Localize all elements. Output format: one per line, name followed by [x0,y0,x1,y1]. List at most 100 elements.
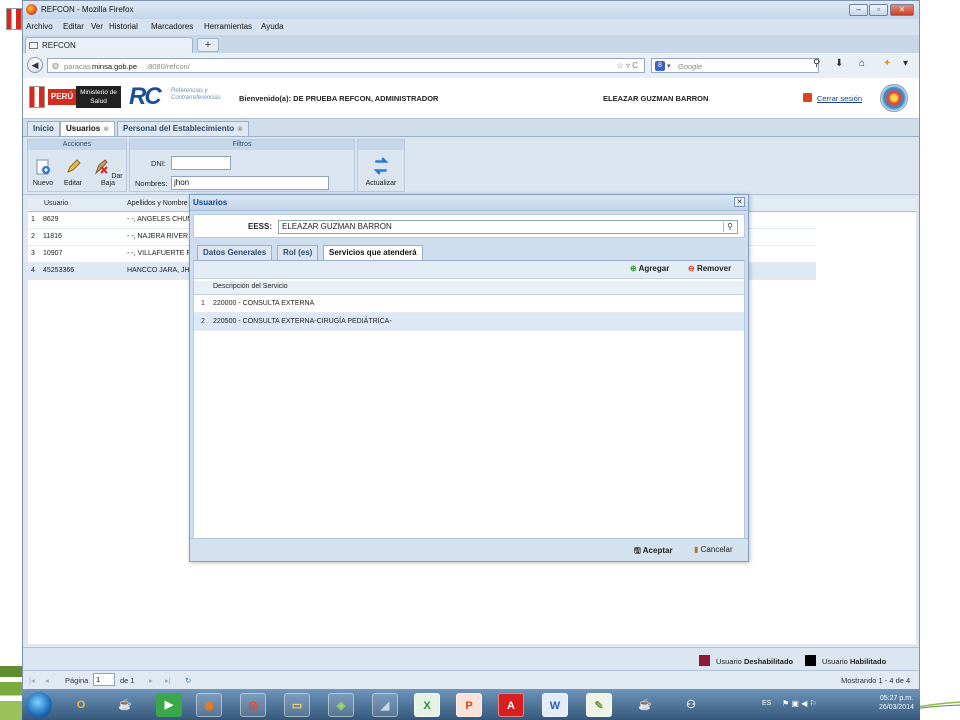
bookmark-star-icon[interactable]: ☆ ▿ C [617,61,638,70]
actualizar-button[interactable]: Actualizar [359,157,403,187]
tab-inicio-label: Inicio [33,124,54,133]
aceptar-button[interactable]: 🖫 Aceptar [634,545,673,559]
logout-icon[interactable] [803,93,812,102]
dialog-footer: 🖫 Aceptar ▮ Cancelar [190,538,748,561]
clock[interactable]: 05:27 p.m. 26/03/2014 [879,694,914,712]
start-button[interactable] [26,692,52,718]
row-nombre: - -, NAJERA RIVER [127,233,189,240]
menu-herramientas[interactable]: Herramientas [204,22,252,31]
window-title: REFCON - Mozilla Firefox [41,5,134,14]
app-icon[interactable]: ⚇ [678,693,704,717]
col-apellidos[interactable]: Apellidos y Nombre [127,200,188,207]
dialog-close-icon[interactable]: ✕ [734,197,745,207]
editar-label: Editar [63,180,83,187]
tab-personal[interactable]: Personal del Establecimiento ⊗ [117,121,250,136]
tab-close-icon[interactable]: ⊗ [237,126,243,133]
nuevo-button[interactable]: Nuevo [29,159,57,187]
pdf-icon[interactable]: A [498,693,524,717]
remover-button[interactable]: ⊖ Remover [688,264,731,273]
menu-historial[interactable]: Historial [109,22,138,31]
app-icon[interactable]: ▶ [156,693,182,717]
row-number: 1 [31,216,35,223]
legend-bar: Usuario Deshabilitado Usuario Habilitado [23,647,919,670]
addon-icon[interactable]: ✦ [883,58,891,69]
welcome-text: Bienvenido(a): DE PRUEBA REFCON, ADMINIS… [239,94,439,103]
maximize-button[interactable]: ▫ [869,4,888,16]
browser-tab-refcon[interactable]: REFCON [25,37,193,53]
agregar-button[interactable]: ⊕ Agregar [630,264,669,273]
menu-marcadores[interactable]: Marcadores [151,22,193,31]
eess-label: EESS: [248,222,273,231]
app-icon[interactable]: ◢ [372,693,398,717]
cancelar-button[interactable]: ▮ Cancelar [694,545,733,554]
col-descripcion[interactable]: Descripción del Servicio [213,283,288,290]
row-nombre: - -, ANGELES CHUN [127,216,193,223]
cancelar-label: Cancelar [700,545,733,554]
search-icon[interactable]: ⚲ [813,58,820,69]
home-icon[interactable]: ⌂ [859,58,865,69]
last-page-icon[interactable]: ▸| [165,676,171,685]
tray-icons[interactable]: ⚑ ▣ ◀ ⚐ [782,699,817,708]
search-engine-dropdown-icon[interactable]: ▾ [667,62,671,70]
app-icon[interactable]: ◈ [328,693,354,717]
editar-button[interactable]: Editar [59,159,87,187]
menu-ayuda[interactable]: Ayuda [261,22,284,31]
menu-editar[interactable]: Editar [63,22,84,31]
eess-input[interactable]: ELEAZAR GUZMAN BARRON ⚲ [278,220,738,234]
back-arrow-icon[interactable]: ◀ [27,57,43,73]
new-tab-button[interactable]: + [197,38,219,52]
prev-page-icon[interactable]: ◂ [45,676,49,685]
dar-baja-label: Dar Baja [100,173,123,187]
tab-servicios-label: Servicios que atenderá [329,248,417,257]
download-icon[interactable]: ⬇ [835,58,843,69]
page-input[interactable]: 1 [93,673,115,686]
url-bar[interactable]: ◍ paracas. minsa.gob.pe :8080/refcon/ ☆ … [47,58,645,73]
nombres-label: Nombres: [135,179,168,188]
close-button[interactable]: ✕ [890,4,914,16]
google-icon: 8 [655,61,665,71]
language-indicator[interactable]: ES [762,700,771,707]
search-icon[interactable]: ⚲ [723,222,736,232]
dar-baja-button[interactable]: Dar Baja [91,159,125,187]
folder-icon[interactable]: ▭ [284,693,310,717]
chrome-icon[interactable]: ◎ [240,693,266,717]
next-page-icon[interactable]: ▸ [149,676,153,685]
nombres-input[interactable]: jhon [171,176,329,190]
dialog-tabs: Datos Generales Rol (es) Servicios que a… [193,243,745,261]
tab-usuarios-label: Usuarios [66,124,101,133]
tab-inicio[interactable]: Inicio [27,121,60,136]
minimize-button[interactable]: – [849,4,868,16]
menu-archivo[interactable]: Archivo [26,22,53,31]
dni-input[interactable] [171,156,231,170]
tab-servicios[interactable]: Servicios que atenderá [323,245,423,260]
delete-icon [95,159,109,175]
tab-datos-generales[interactable]: Datos Generales [197,245,273,260]
logout-link[interactable]: Cerrar sesión [817,94,862,103]
menu-dropdown-icon[interactable]: ▾ [903,58,908,69]
powerpoint-icon[interactable]: P [456,693,482,717]
refresh-icon[interactable]: ↻ [185,676,191,685]
tab-close-icon[interactable]: ⊗ [103,126,109,133]
java-icon[interactable]: ☕ [112,693,138,717]
rc-subtitle: Referencias y Contrarreferencias [171,88,221,101]
outlook-icon[interactable]: O [68,693,94,717]
list-item[interactable]: 1 220000 - CONSULTA EXTERNA [194,295,744,313]
nuevo-label: Nuevo [32,180,54,187]
row-usuario: 10907 [43,250,63,257]
menu-ver[interactable]: Ver [91,22,103,31]
pager-summary: Mostrando 1 - 4 de 4 [841,676,911,685]
app-header: PERÚ Ministerio de Salud RC Referencias … [23,78,919,119]
firefox-taskbar-icon[interactable]: ◉ [196,693,222,717]
url-domain: minsa.gob.pe [92,62,138,71]
word-icon[interactable]: W [542,693,568,717]
tab-roles[interactable]: Rol (es) [277,245,319,260]
first-page-icon[interactable]: |◂ [29,676,35,685]
app-icon[interactable]: ✎ [586,693,612,717]
browser-tab-bar: REFCON + [23,35,919,53]
java-icon[interactable]: ☕ [632,693,658,717]
excel-icon[interactable]: X [414,693,440,717]
list-item[interactable]: 2 220500 - CONSULTA EXTERNA-CIRUGÍA PEDI… [194,313,744,331]
search-box[interactable]: 8 ▾ Google [651,58,819,73]
col-usuario[interactable]: Usuario [44,200,68,207]
tab-usuarios[interactable]: Usuarios ⊗ [60,121,116,136]
